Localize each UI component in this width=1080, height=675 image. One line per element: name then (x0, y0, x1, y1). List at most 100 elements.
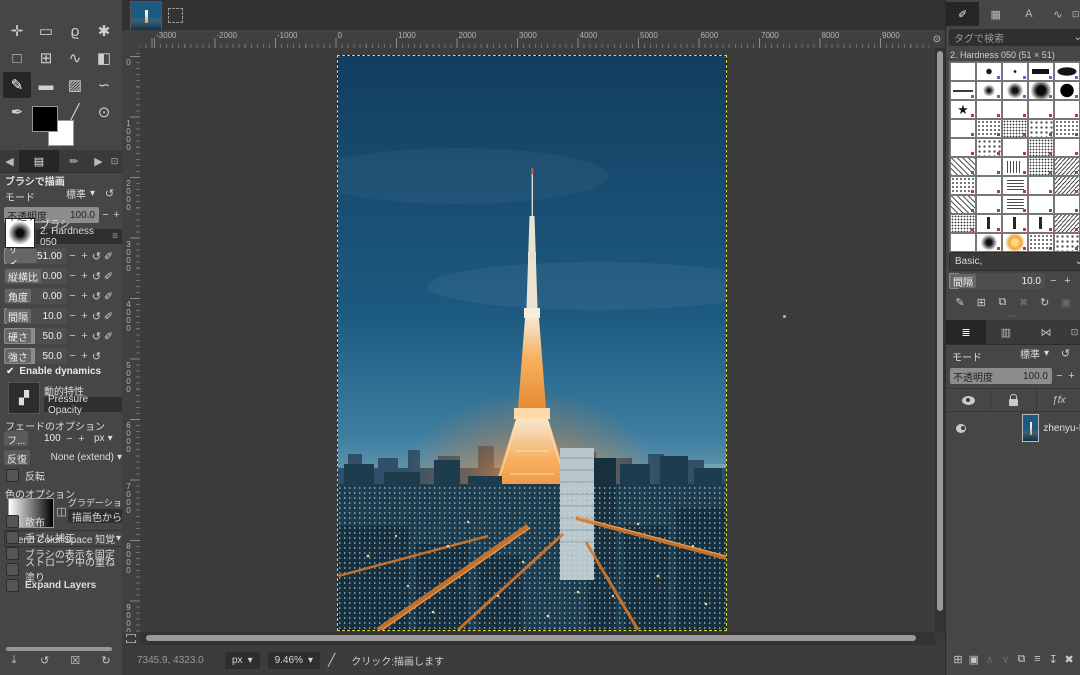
delete-tool-preset-button[interactable]: ☒ (67, 652, 83, 668)
tool-paths-tool[interactable]: ✒ (3, 99, 31, 125)
hardness-stylus-link-icon[interactable]: ✐ (103, 329, 114, 344)
tab-device-status[interactable]: ✏ (59, 150, 89, 172)
unit-select[interactable]: px▾ (225, 652, 260, 669)
tab-channels[interactable]: ▥ (986, 320, 1026, 344)
brush-cell[interactable] (950, 81, 976, 100)
spacing-plus-button[interactable]: + (79, 309, 90, 324)
canvas-viewport[interactable] (140, 48, 935, 632)
gradient-flip-button[interactable]: ◫ (56, 504, 67, 519)
smooth-stroke-checkbox[interactable]: 手ブレ補正 (6, 530, 75, 544)
brush-cell[interactable] (1002, 214, 1028, 233)
size-plus-button[interactable]: + (79, 249, 90, 264)
brush-cell[interactable] (1028, 62, 1054, 81)
tool-zoom-tool[interactable]: ⊙ (90, 99, 118, 125)
layer-opacity-slider[interactable]: 不透明度 100.0 (950, 368, 1052, 384)
dynamics-thumbnail[interactable]: ▞ (8, 382, 40, 414)
fade-unit-select[interactable]: px▾ (90, 431, 117, 445)
brush-cell[interactable] (950, 62, 976, 81)
anchor-layer-button[interactable]: ↧ (1045, 651, 1061, 667)
vertical-scrollbar-thumb[interactable] (937, 51, 943, 611)
duplicate-brush-button[interactable]: ⧉ (994, 294, 1010, 310)
brush-cell[interactable] (1054, 233, 1080, 252)
delete-layer-button[interactable]: ✖ (1061, 651, 1077, 667)
zoom-select[interactable]: 9.46%▾ (268, 652, 320, 669)
brush-cell[interactable] (1002, 119, 1028, 138)
brush-cell[interactable] (1054, 176, 1080, 195)
brush-cell[interactable] (1028, 214, 1054, 233)
hardness-minus-button[interactable]: − (67, 329, 78, 344)
spacing-minus-button[interactable]: − (67, 309, 78, 324)
tool-warp-transform-tool[interactable]: ∿ (61, 45, 89, 71)
layer-opacity-minus-button[interactable]: − (1054, 368, 1065, 383)
layer-thumbnail[interactable] (1022, 414, 1039, 442)
new-layer-button[interactable]: ⊞ (950, 651, 966, 667)
brush-cell[interactable] (976, 119, 1002, 138)
brush-cell[interactable] (950, 176, 976, 195)
aspect-ratio-stylus-link-icon[interactable]: ✐ (103, 269, 114, 284)
tool-clone-tool[interactable]: ▨ (61, 72, 89, 98)
layer-visibility-eye-icon[interactable] (956, 424, 966, 433)
brush-cell[interactable] (1002, 138, 1028, 157)
brush-cell[interactable] (1002, 176, 1028, 195)
brush-cell[interactable] (1028, 233, 1054, 252)
size-reset-button[interactable]: ↺ (91, 249, 102, 264)
brush-cell[interactable] (1028, 81, 1054, 100)
tab-brushes[interactable]: ✐ (946, 2, 979, 26)
tab-fonts[interactable]: A (1012, 2, 1045, 26)
brush-cell[interactable] (950, 214, 976, 233)
brush-cell[interactable]: ★ (950, 100, 976, 119)
mode-reset-button[interactable]: ↺ (104, 186, 115, 201)
navigation-button[interactable] (935, 632, 945, 645)
brush-category-select[interactable]: Basic, ⌄ (949, 252, 1080, 271)
brush-cell[interactable] (950, 195, 976, 214)
dock-menu-icon[interactable]: ⊡ (1068, 320, 1080, 344)
angle-stylus-link-icon[interactable]: ✐ (103, 289, 114, 304)
mode-select[interactable]: 標準▾ (62, 186, 108, 201)
brush-cell[interactable] (1028, 119, 1054, 138)
tool-options-scrollbar[interactable] (6, 647, 112, 651)
foreground-color-swatch[interactable] (32, 106, 58, 132)
spacing-minus-button[interactable]: − (1048, 273, 1059, 288)
new-brush-button[interactable]: ⊞ (973, 294, 989, 310)
fade-length-value[interactable]: 100 (44, 433, 61, 444)
angle-minus-button[interactable]: − (67, 289, 78, 304)
aspect-ratio-plus-button[interactable]: + (79, 269, 90, 284)
dock-menu-icon[interactable]: ⊡ (1070, 2, 1080, 26)
gradient-select[interactable]: 描画色から (68, 509, 126, 523)
brush-spacing-slider[interactable]: 間隔 10.0 (949, 273, 1045, 289)
brush-cell[interactable] (950, 157, 976, 176)
layer-row[interactable]: zhenyu-luo (946, 412, 1080, 444)
refresh-brushes-button[interactable]: ↻ (1037, 294, 1053, 310)
tab-layers[interactable]: ≣ (946, 320, 986, 344)
opacity-minus-button[interactable]: − (100, 207, 111, 222)
brush-cell[interactable] (1054, 195, 1080, 214)
tool-fuzzy-select-tool[interactable]: ✱ (90, 18, 118, 44)
brush-cell[interactable] (1002, 62, 1028, 81)
layer-mode-select[interactable]: 標準▾ (1016, 346, 1053, 361)
brush-cell[interactable] (976, 81, 1002, 100)
dock-forward-icon[interactable]: ▶ (89, 150, 108, 172)
slider-force[interactable]: 強さ50.0 (4, 348, 66, 364)
slider-aspect-ratio[interactable]: 縦横比0.00 (4, 268, 66, 284)
save-tool-preset-button[interactable]: ⤓ (6, 652, 22, 668)
horizontal-scrollbar-thumb[interactable] (146, 635, 916, 641)
force-minus-button[interactable]: − (67, 349, 78, 364)
brush-cell[interactable] (976, 214, 1002, 233)
angle-reset-button[interactable]: ↺ (91, 289, 102, 304)
effects-column-fx-icon[interactable]: ƒfx (1037, 389, 1080, 411)
brush-cell[interactable] (1054, 81, 1080, 100)
quick-mask-toggle[interactable] (122, 632, 140, 645)
enable-dynamics-checkbox[interactable]: ✔ Enable dynamics (6, 366, 101, 377)
dynamics-select[interactable]: Pressure Opacity (44, 397, 124, 412)
hardness-plus-button[interactable]: + (79, 329, 90, 344)
repeat-select[interactable]: None (extend)▾ (36, 450, 126, 465)
brush-cell[interactable] (1028, 176, 1054, 195)
reverse-checkbox[interactable]: 反転 (6, 468, 45, 482)
layer-opacity-plus-button[interactable]: + (1066, 368, 1077, 383)
brush-cell[interactable] (1002, 100, 1028, 119)
slider-size[interactable]: サイ...51.00 (4, 248, 66, 264)
brush-cell[interactable] (1054, 119, 1080, 138)
expand-layers-checkbox[interactable]: Expand Layers (6, 578, 96, 592)
edit-brush-button[interactable]: ✎ (952, 294, 968, 310)
jitter-checkbox[interactable]: 散布 (6, 514, 45, 528)
